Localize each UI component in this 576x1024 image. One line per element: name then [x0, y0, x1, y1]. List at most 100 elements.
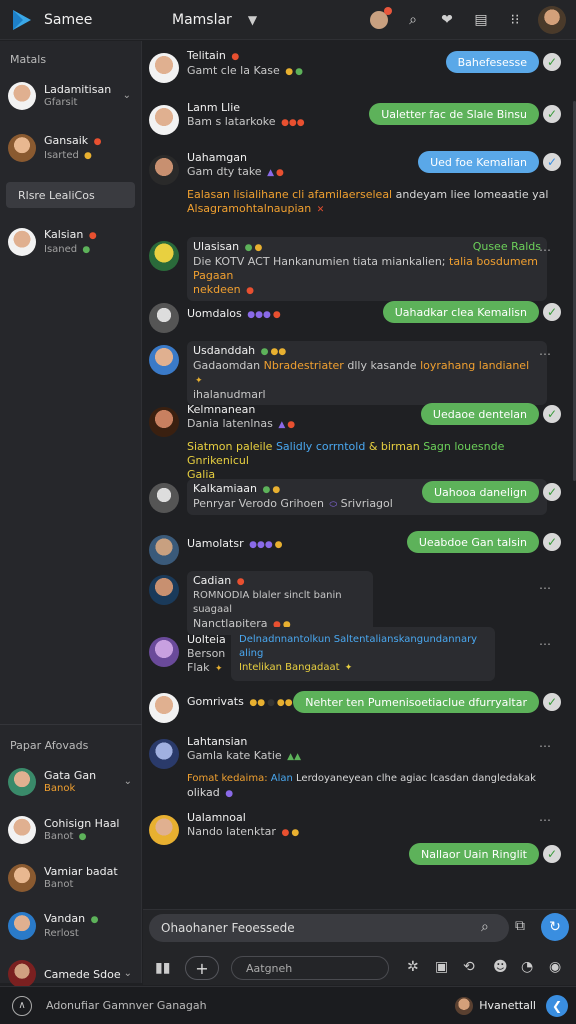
avatar[interactable] [149, 53, 179, 83]
avatar[interactable] [149, 693, 179, 723]
image-icon[interactable]: ▣ [435, 959, 448, 975]
check-icon: ✓ [543, 693, 561, 711]
avatar [8, 960, 36, 988]
reaction-pill[interactable]: Nehter ten Pumenisoetiaclue dfurryaltar [293, 691, 539, 713]
app-footer-icon[interactable]: ∧ [12, 995, 32, 1016]
reaction-pill[interactable]: Uahooa danelign [422, 481, 539, 503]
notification-badge [384, 6, 392, 15]
settings-icon[interactable]: ✲ [407, 959, 419, 975]
sidebar-item-name: Camede Sdoe [44, 967, 121, 981]
avatar[interactable] [149, 575, 179, 605]
reaction-pill[interactable]: Ueabdoe Gan talsin [406, 531, 539, 553]
avatar[interactable] [149, 105, 179, 135]
app-logo-icon[interactable] [10, 8, 34, 32]
sidebar-item-name: Ladamitisan [44, 83, 112, 96]
record-icon[interactable]: ◉ [549, 959, 561, 975]
sidebar-item[interactable]: Gansaik ● Isarted ● [0, 124, 141, 172]
message-text: Nando latenktar ● ● [187, 825, 300, 838]
avatar [8, 768, 36, 796]
sidebar-item[interactable]: Vamiar badat Banot [0, 854, 142, 902]
message-text: ihalanudmarl [193, 388, 266, 401]
sidebar-item-name: Vandan ● [44, 912, 99, 925]
section-title[interactable]: Mamslar [172, 12, 232, 28]
avatar[interactable] [149, 535, 179, 565]
reaction-pill[interactable]: Nallaor Uain Ringlit [409, 843, 539, 865]
sidebar-item-sub: Banot ● [44, 830, 87, 842]
check-icon: ✓ [543, 53, 561, 71]
tool-search-input[interactable]: Aatgneh [231, 956, 389, 980]
reaction-pill[interactable]: Uedaoe dentelan [420, 403, 539, 425]
more-icon[interactable]: ⋯ [539, 813, 551, 827]
sidebar-item-name: Vamiar badat [44, 865, 118, 878]
send-button[interactable]: ↻ [541, 913, 569, 941]
avatar[interactable] [149, 739, 179, 769]
footer-user[interactable]: Hvanettall ❮ [455, 994, 568, 1017]
layout-icon[interactable]: ▮▮ [155, 960, 170, 976]
chevron-down-icon[interactable]: ⌄ [124, 776, 132, 787]
avatar[interactable] [149, 815, 179, 845]
avatar [455, 996, 474, 1015]
sidebar-search[interactable]: Rlsre LealiCos [6, 182, 135, 208]
avatar[interactable] [149, 637, 179, 667]
avatar[interactable] [149, 407, 179, 437]
link-icon[interactable]: ⟲ [463, 959, 475, 975]
reaction-pill[interactable]: Ualetter fac de Slale Binsu [369, 103, 539, 125]
sidebar-item[interactable]: Gata Gan Banok ⌄ [0, 758, 142, 806]
message-card: Delnadnnantolkun Saltentalianskangundann… [231, 627, 495, 681]
avatar[interactable] [149, 345, 179, 375]
message-author: Usdanddah ● ●● [193, 344, 287, 357]
avatar[interactable] [538, 5, 566, 34]
top-bar: Samee Mamslar ▼ ⌕ ❤ ▤ ⁝⁝ [0, 0, 576, 40]
sidebar-heading: Matals [10, 53, 47, 66]
more-icon[interactable]: ⋯ [539, 637, 551, 651]
message-input[interactable]: Ohaohaner Feoessede [149, 914, 509, 942]
message-author: Cadian ● [193, 574, 245, 587]
sidebar-item-name: Cohisign Haal [44, 816, 120, 830]
avatar [8, 816, 36, 844]
avatar [8, 912, 36, 940]
sidebar-item[interactable]: Vandan ● Rerlost [0, 902, 142, 950]
check-icon: ✓ [543, 405, 561, 423]
sidebar-item[interactable]: Kalsian ● Isaned ● [0, 218, 141, 266]
message-tag: Qusee Ralds [472, 240, 541, 253]
sidebar-item-sub: Banok [44, 783, 76, 794]
sidebar-bottom-heading: Papar Afovads [10, 739, 89, 752]
message-author: Ulasisan ● ● Qusee Ralds [193, 240, 541, 253]
history-icon[interactable]: ◔ [521, 959, 533, 975]
add-button[interactable]: + [185, 956, 219, 980]
notification-icon[interactable] [368, 6, 392, 31]
avatar[interactable] [149, 303, 179, 333]
message-text: Die KOTV ACT Hankanumien tiata miankalie… [193, 255, 539, 282]
heart-icon[interactable]: ❤ [436, 9, 458, 31]
reaction-pill[interactable]: Uahadkar clea Kemalisn [382, 301, 539, 323]
sidebar-item-name: Kalsian ● [44, 227, 97, 241]
reaction-pill[interactable]: Bahefesesse [445, 51, 539, 73]
grid-icon[interactable]: ⁝⁝ [504, 9, 526, 31]
message-extra: olikad ● [187, 786, 234, 799]
back-icon[interactable]: ❮ [546, 994, 568, 1017]
more-icon[interactable]: ⋯ [539, 739, 551, 753]
avatar[interactable] [149, 155, 179, 185]
search-icon[interactable]: ⌕ [402, 9, 424, 31]
reaction-pill[interactable]: Ued foe Kemalian [418, 151, 539, 173]
chevron-down-icon[interactable]: ▼ [248, 13, 257, 27]
avatar[interactable] [149, 483, 179, 513]
attach-icon[interactable]: ⧉ [515, 918, 525, 934]
chevron-down-icon[interactable]: ⌄ [124, 968, 132, 979]
more-icon[interactable]: ⋯ [539, 347, 551, 361]
more-icon[interactable]: ⋯ [539, 581, 551, 595]
check-icon: ✓ [543, 845, 561, 863]
sidebar-item[interactable]: Ladamitisan Gfarsit ⌄ [0, 72, 141, 120]
footer-text: Adonufiar Gamnver Ganagah [46, 999, 207, 1012]
chevron-down-icon[interactable]: ⌄ [123, 90, 131, 101]
emoji-icon[interactable]: ☻ [493, 959, 508, 975]
sidebar-item-sub: Isarted ● [44, 149, 92, 161]
sidebar: Matals Ladamitisan Gfarsit ⌄ Gansaik ● I… [0, 41, 142, 988]
more-icon[interactable]: ⋯ [539, 243, 551, 257]
avatar[interactable] [149, 241, 179, 271]
sidebar-item[interactable]: Cohisign Haal Banot ● [0, 806, 142, 854]
check-icon: ✓ [543, 303, 561, 321]
search-icon[interactable]: ⌕ [481, 919, 489, 935]
window-icon[interactable]: ▤ [470, 9, 492, 31]
message-extra: Siatmon paleile Salidly corrntold & birm… [187, 440, 505, 467]
